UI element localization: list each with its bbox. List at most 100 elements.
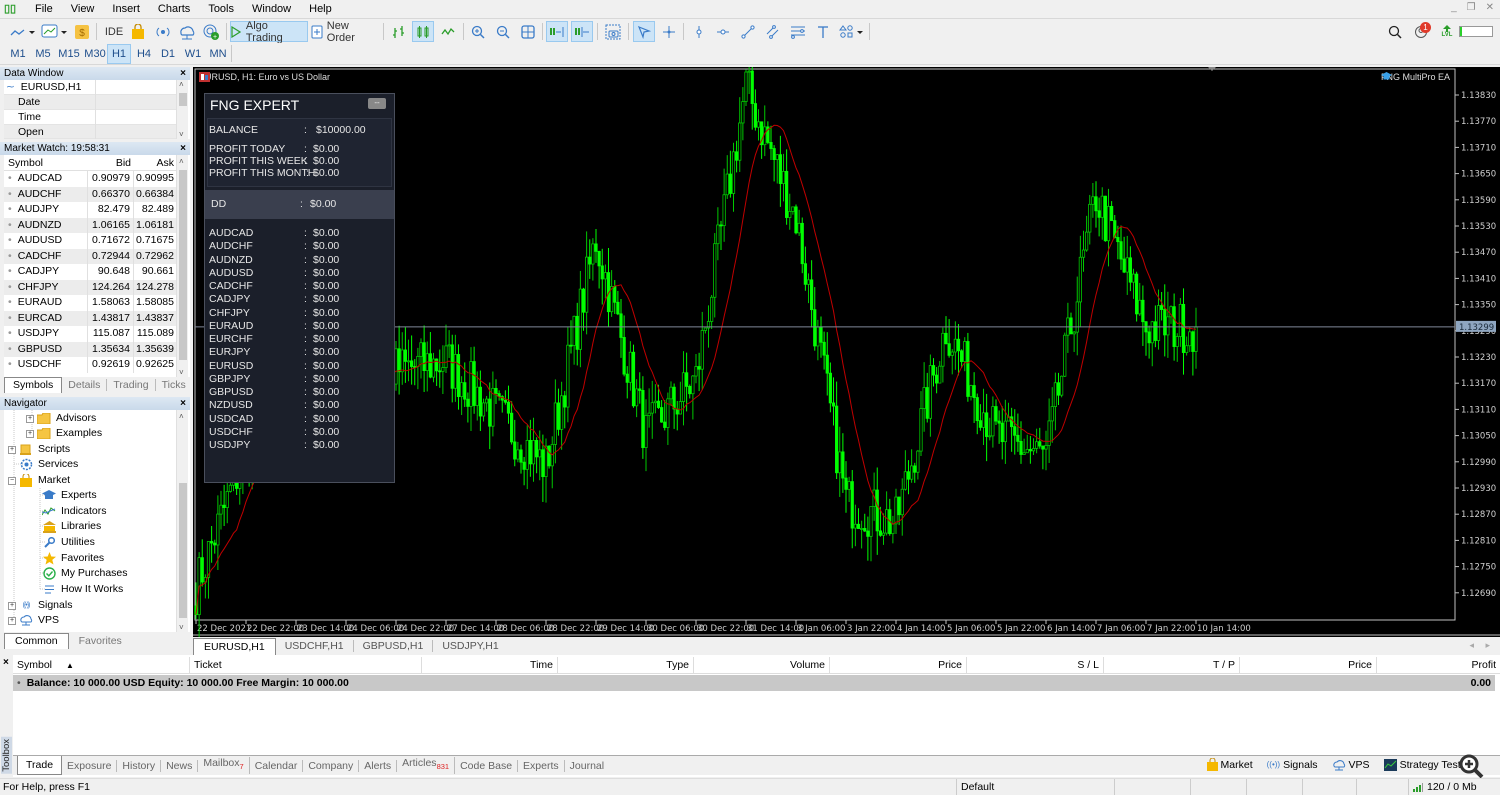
tab-common[interactable]: Common bbox=[4, 633, 69, 649]
line-chart-button[interactable] bbox=[437, 21, 459, 42]
column-bid[interactable]: Bid bbox=[88, 156, 134, 171]
chart-shift-button[interactable] bbox=[571, 21, 593, 42]
toolbox-tab-articles[interactable]: Articles831 bbox=[397, 757, 456, 774]
tab-details[interactable]: Details bbox=[62, 379, 108, 391]
expand-icon[interactable]: + bbox=[26, 414, 34, 423]
market-watch-row[interactable]: • AUDJPY 82.479 82.489 bbox=[4, 202, 176, 218]
candlestick-chart-button[interactable] bbox=[412, 21, 434, 42]
market-watch-row[interactable]: • AUDCHF 0.66370 0.66384 bbox=[4, 186, 176, 202]
menu-help[interactable]: Help bbox=[300, 0, 341, 18]
navigator-scrollbar[interactable]: ˄ ˅ bbox=[176, 410, 188, 632]
timeframe-m30[interactable]: M30 bbox=[82, 44, 108, 64]
collapse-icon[interactable]: − bbox=[8, 476, 16, 485]
status-profile[interactable]: Default bbox=[956, 779, 1114, 795]
market-watch-row[interactable]: • USDJPY 115.087 115.089 bbox=[4, 326, 176, 342]
chart-tab-usdjpy[interactable]: USDJPY,H1 bbox=[433, 640, 507, 652]
mql5-community-button[interactable]: + bbox=[200, 21, 222, 42]
close-toolbox-icon[interactable]: × bbox=[3, 657, 9, 668]
timeframe-w1[interactable]: W1 bbox=[181, 44, 205, 64]
equidistant-channel-tool-button[interactable] bbox=[762, 21, 784, 42]
status-connection[interactable]: 120 / 0 Mb bbox=[1408, 779, 1500, 795]
menu-view[interactable]: View bbox=[62, 0, 104, 18]
tab-favorites[interactable]: Favorites bbox=[69, 635, 132, 647]
market-watch-row[interactable]: • CADCHF 0.72944 0.72962 bbox=[4, 248, 176, 264]
fibonacci-tool-button[interactable] bbox=[787, 21, 809, 42]
navigator-item-how-it-works[interactable]: How It Works bbox=[42, 582, 123, 597]
navigator-item-market[interactable]: − Market bbox=[8, 473, 70, 488]
toolbox-tab-exposure[interactable]: Exposure bbox=[62, 759, 118, 772]
expert-advisor-label[interactable]: FNG MultiPro EA bbox=[1380, 72, 1450, 82]
menu-file[interactable]: File bbox=[26, 0, 62, 18]
navigator-item-experts[interactable]: Experts bbox=[42, 488, 97, 503]
tab-ticks[interactable]: Ticks bbox=[156, 379, 192, 391]
column-ask[interactable]: Ask bbox=[134, 156, 176, 171]
column-profit[interactable]: Profit bbox=[1377, 657, 1500, 674]
market-watch-row[interactable]: • EURAUD 1.58063 1.58085 bbox=[4, 295, 176, 311]
column-symbol[interactable]: Symbol bbox=[8, 156, 43, 171]
chart-tab-eurusd[interactable]: EURUSD,H1 bbox=[193, 637, 276, 655]
magnifier-zoom-icon[interactable] bbox=[1458, 753, 1484, 779]
navigator-item-indicators[interactable]: Indicators bbox=[42, 504, 107, 519]
deposit-button[interactable]: $ bbox=[72, 21, 92, 42]
close-navigator-icon[interactable]: × bbox=[180, 397, 186, 410]
trendline-tool-button[interactable] bbox=[737, 21, 759, 42]
auto-scroll-button[interactable] bbox=[546, 21, 568, 42]
toolbox-tab-journal[interactable]: Journal bbox=[565, 760, 609, 772]
chart-tab-usdchf[interactable]: USDCHF,H1 bbox=[276, 640, 354, 652]
close-window-icon[interactable]: ✕ bbox=[1486, 2, 1494, 13]
vps-button[interactable] bbox=[176, 21, 198, 42]
menu-tools[interactable]: Tools bbox=[199, 0, 243, 18]
navigator-item-favorites[interactable]: Favorites bbox=[42, 551, 104, 566]
signals-link[interactable]: ((•)) Signals bbox=[1267, 759, 1318, 771]
market-watch-row[interactable]: • AUDUSD 0.71672 0.71675 bbox=[4, 233, 176, 249]
navigator-item-libraries[interactable]: Libraries bbox=[42, 519, 101, 534]
shapes-tool-button[interactable] bbox=[837, 21, 867, 42]
new-order-button[interactable]: New Order bbox=[311, 20, 379, 44]
market-button[interactable] bbox=[128, 21, 148, 42]
expand-icon[interactable]: + bbox=[8, 601, 16, 610]
scroll-tabs-right-icon[interactable]: ▸ bbox=[1485, 640, 1490, 651]
zoom-out-button[interactable] bbox=[492, 21, 514, 42]
market-watch-row[interactable]: • USDCHF 0.92619 0.92625 bbox=[4, 357, 176, 373]
market-watch-row[interactable]: • EURCAD 1.43817 1.43837 bbox=[4, 310, 176, 326]
navigator-item-utilities[interactable]: Utilities bbox=[42, 535, 95, 550]
level-button[interactable]: LVL bbox=[1438, 21, 1456, 42]
tile-windows-button[interactable] bbox=[517, 21, 539, 42]
toolbox-tab-experts[interactable]: Experts bbox=[518, 759, 565, 772]
restore-window-icon[interactable]: ❐ bbox=[1467, 2, 1476, 13]
timeframe-d1[interactable]: D1 bbox=[156, 44, 180, 64]
zoom-in-button[interactable] bbox=[467, 21, 489, 42]
scroll-tabs-left-icon[interactable]: ◂ bbox=[1469, 640, 1474, 651]
market-link[interactable]: Market bbox=[1206, 758, 1253, 771]
toolbox-tab-trade[interactable]: Trade bbox=[17, 756, 63, 775]
column-price[interactable]: Price bbox=[830, 657, 967, 674]
column-time[interactable]: Time bbox=[422, 657, 558, 674]
market-watch-row[interactable]: • AUDNZD 1.06165 1.06181 bbox=[4, 217, 176, 233]
vertical-line-tool-button[interactable] bbox=[688, 21, 710, 42]
fng-minimize-button[interactable]: -- bbox=[368, 98, 386, 109]
column-symbol[interactable]: Symbol ▲ bbox=[13, 657, 190, 674]
balance-row[interactable]: • Balance: 10 000.00 USD Equity: 10 000.0… bbox=[13, 675, 1495, 691]
market-watch-row[interactable]: • AUDCAD 0.90979 0.90995 bbox=[4, 171, 176, 187]
crosshair-tool-button[interactable] bbox=[658, 21, 680, 42]
new-chart-button[interactable] bbox=[8, 21, 38, 42]
ide-button[interactable]: IDE bbox=[102, 21, 126, 42]
timeframe-m1[interactable]: M1 bbox=[6, 44, 30, 64]
search-button[interactable] bbox=[1385, 21, 1405, 42]
horizontal-line-tool-button[interactable] bbox=[712, 21, 734, 42]
menu-charts[interactable]: Charts bbox=[149, 0, 199, 18]
market-watch-row[interactable]: • CADJPY 90.648 90.661 bbox=[4, 264, 176, 280]
navigator-item-services[interactable]: Services bbox=[8, 457, 78, 472]
toolbox-tab-code-base[interactable]: Code Base bbox=[455, 759, 519, 772]
data-window-scrollbar[interactable]: ˄ ˅ bbox=[176, 80, 188, 139]
screenshot-button[interactable] bbox=[602, 21, 624, 42]
column-current-price[interactable]: Price bbox=[1240, 657, 1377, 674]
chart-shift-marker[interactable] bbox=[1208, 67, 1216, 71]
toolbox-tab-company[interactable]: Company bbox=[303, 759, 360, 772]
navigator-item-vps[interactable]: + VPS bbox=[8, 613, 59, 628]
toolbox-tab-history[interactable]: History bbox=[117, 759, 162, 772]
timeframe-mn[interactable]: MN bbox=[206, 44, 230, 64]
column-type[interactable]: Type bbox=[558, 657, 694, 674]
close-data-window-icon[interactable]: × bbox=[180, 67, 186, 80]
timeframe-h4[interactable]: H4 bbox=[132, 44, 156, 64]
